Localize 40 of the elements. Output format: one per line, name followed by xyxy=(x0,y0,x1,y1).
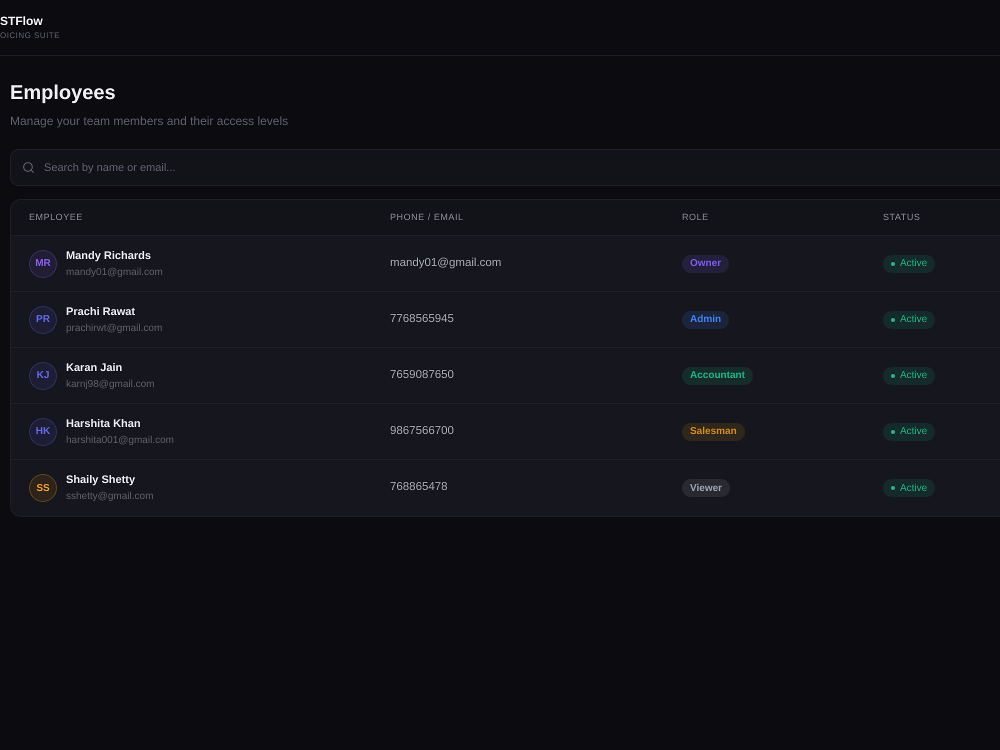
role-badge: Admin xyxy=(682,310,730,328)
role-badge: Salesman xyxy=(682,422,745,440)
column-header: ROLE xyxy=(682,210,709,224)
employee-email: karnj98@gmail.com xyxy=(66,378,155,390)
contact-text: 7768565945 xyxy=(390,312,454,327)
employee-name: Karan Jain xyxy=(66,360,122,374)
employee-name: Shaily Shetty xyxy=(66,473,136,487)
avatar: MR xyxy=(29,250,57,278)
employee-email: mandy01@gmail.com xyxy=(66,266,163,278)
status-label: Active xyxy=(900,425,928,439)
role-badge: Viewer xyxy=(682,479,730,497)
employee-email: harshita001@gmail.com xyxy=(66,434,174,446)
column-header: STATUS xyxy=(883,210,920,224)
status-label: Active xyxy=(900,482,928,496)
status-label: Active xyxy=(900,369,928,383)
role-badge: Accountant xyxy=(682,366,753,384)
page-title: Employees xyxy=(10,81,116,105)
status-label: Active xyxy=(900,257,928,271)
employee-name: Prachi Rawat xyxy=(66,304,136,318)
column-header: PHONE / EMAIL xyxy=(390,210,464,224)
brand-name: STFlow xyxy=(0,14,43,28)
employee-name: Harshita Khan xyxy=(66,416,141,430)
role-badge: Owner xyxy=(682,254,730,272)
employee-email: prachirwt@gmail.com xyxy=(66,322,162,334)
contact-text: 7659087650 xyxy=(390,368,454,383)
column-header: EMPLOYEE xyxy=(29,210,83,224)
search-icon xyxy=(22,161,35,174)
contact-text: 768865478 xyxy=(390,480,448,496)
status-label: Active xyxy=(900,313,928,327)
page-subtitle: Manage your team members and their access levels xyxy=(10,113,288,129)
avatar: PR xyxy=(29,306,57,334)
brand-tagline: OICING SUITE xyxy=(0,31,60,41)
contact-text: mandy01@gmail.com xyxy=(390,256,502,271)
avatar: SS xyxy=(29,474,57,502)
employee-name: Mandy Richards xyxy=(66,248,151,262)
search-field[interactable]: Search by name or email... xyxy=(10,149,1000,186)
avatar: HK xyxy=(29,418,57,446)
employee-email: sshetty@gmail.com xyxy=(66,490,154,503)
avatar: KJ xyxy=(29,362,57,390)
contact-text: 9867566700 xyxy=(390,424,454,439)
